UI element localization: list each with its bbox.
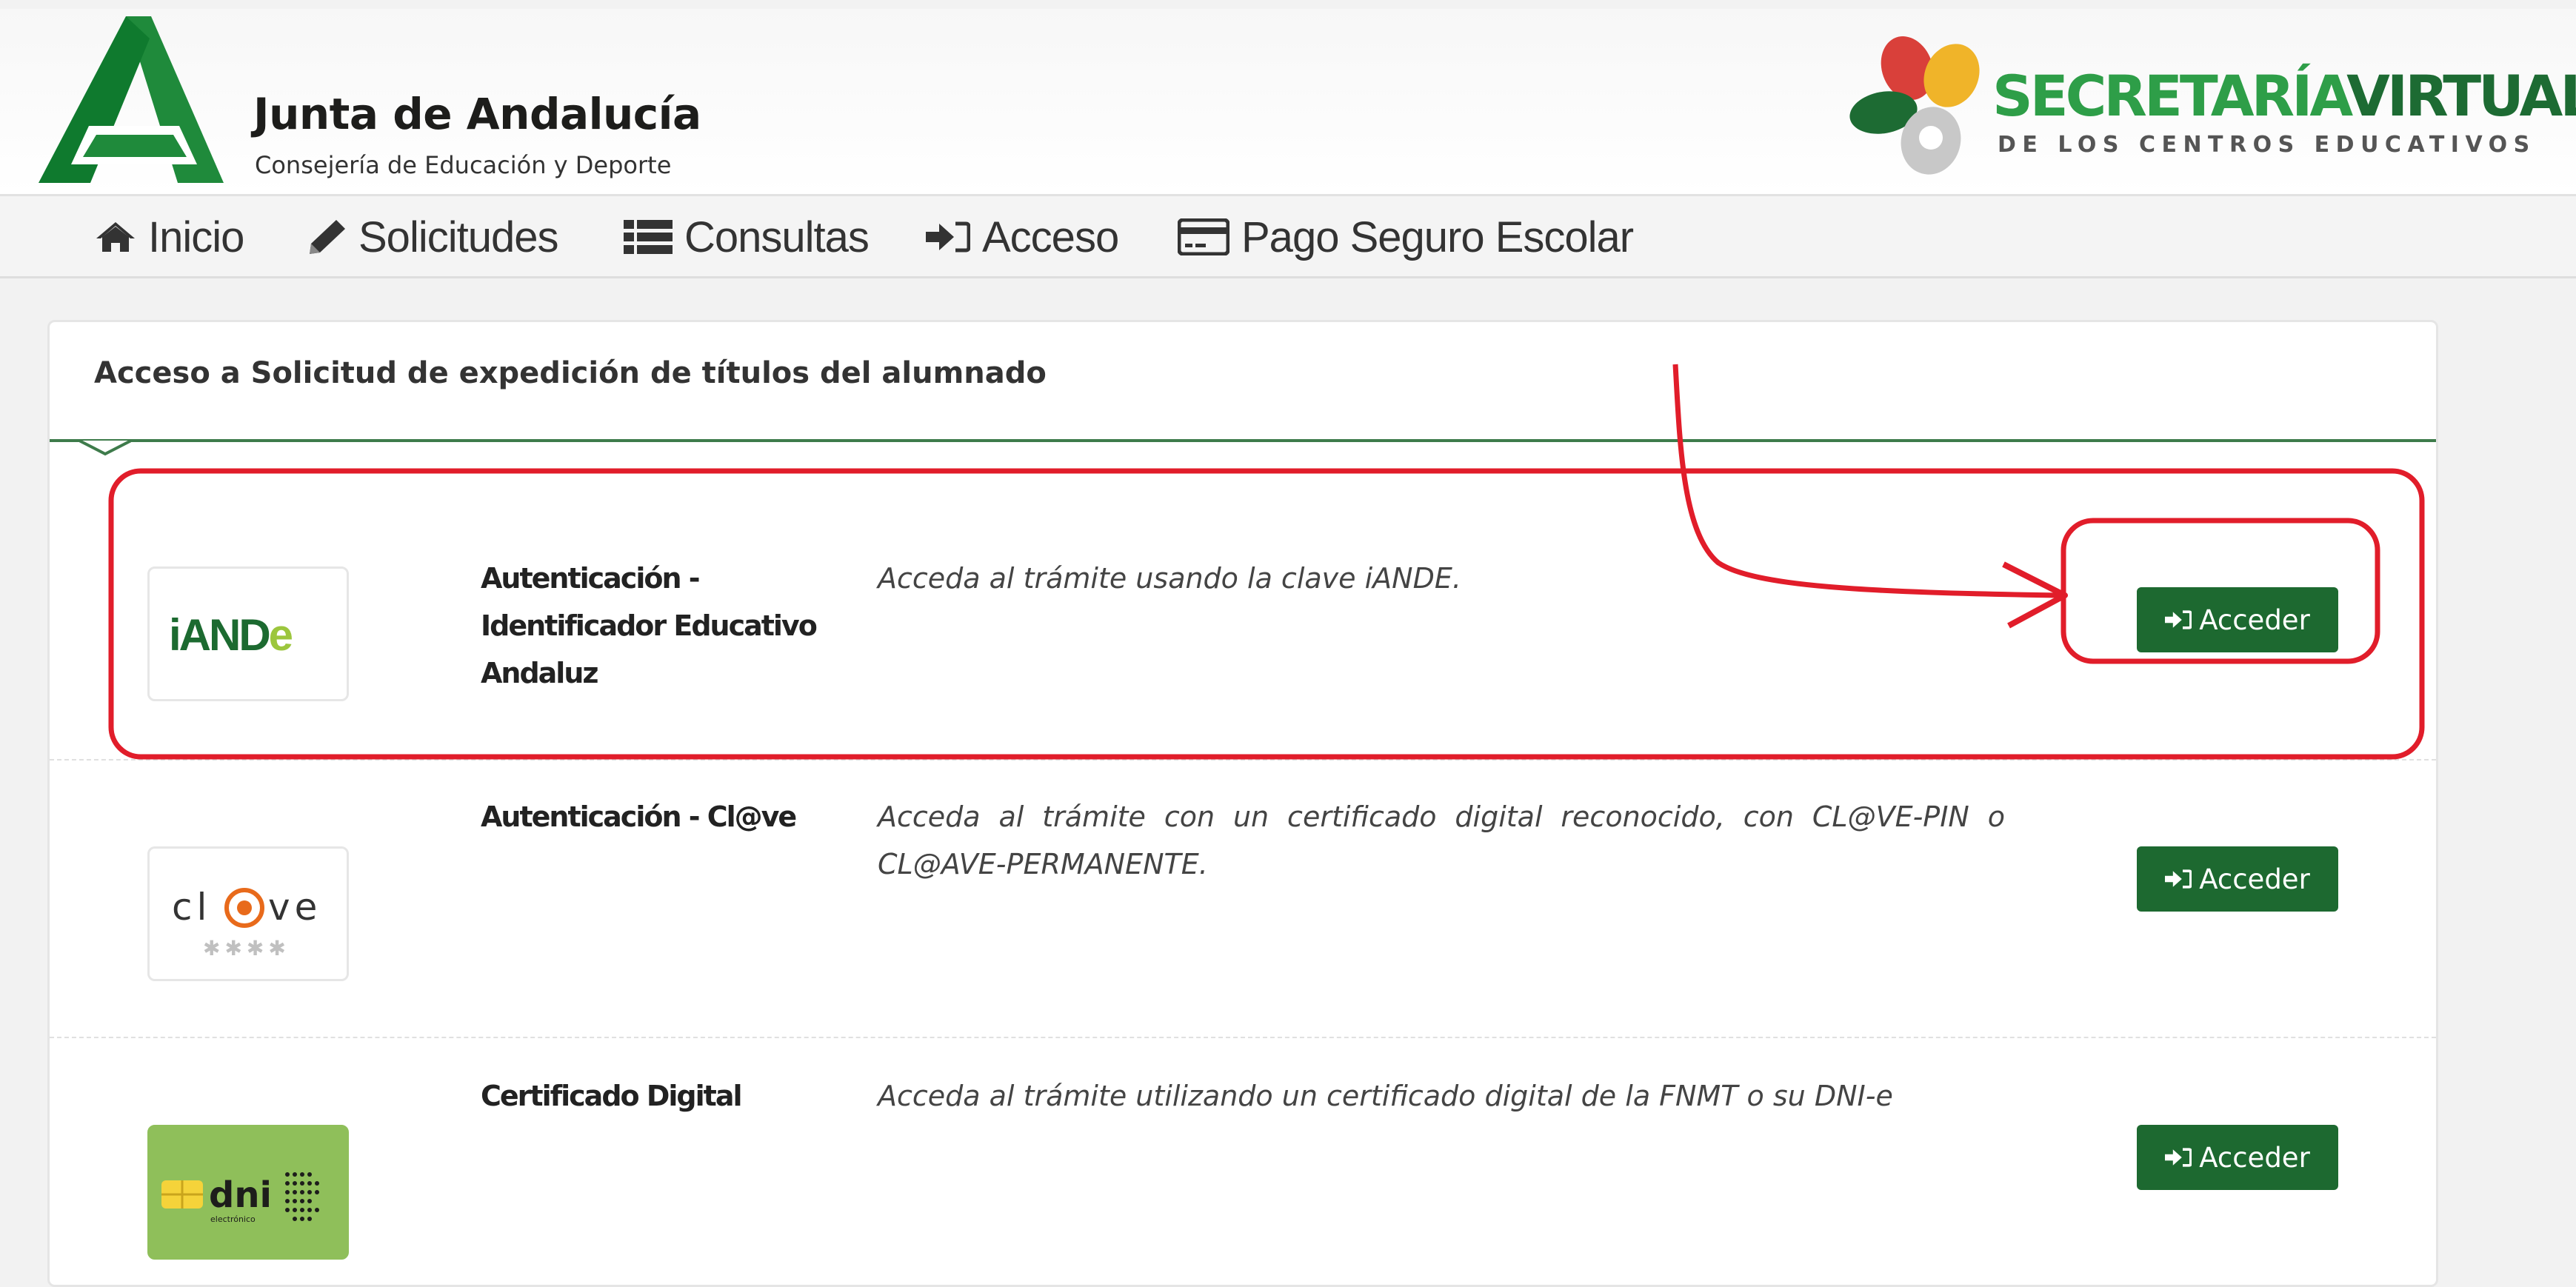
sign-in-icon bbox=[2165, 1148, 2192, 1167]
iande-logo: iANDe bbox=[147, 566, 349, 701]
acceder-button-certificado[interactable]: Acceder bbox=[2137, 1125, 2338, 1190]
auth-option-certificado: dni electrónico Certificado Digital Acce… bbox=[50, 1038, 2436, 1283]
brand-title: SECRETARÍAVIRTUAL bbox=[1992, 68, 2576, 124]
dnie-logo: dni electrónico bbox=[147, 1125, 349, 1260]
acceder-button-label: Acceder bbox=[2199, 863, 2310, 895]
acceder-button-label: Acceder bbox=[2199, 604, 2310, 636]
access-panel: Acceso a Solicitud de expedición de títu… bbox=[47, 320, 2438, 1287]
nav-item-label: Pago Seguro Escolar bbox=[1241, 213, 1634, 261]
site-header: Junta de Andalucía Consejería de Educaci… bbox=[0, 9, 2576, 196]
clave-logo-stars: ✱✱✱✱ bbox=[203, 936, 290, 960]
list-icon bbox=[624, 220, 673, 254]
iande-logo-icon: iANDe bbox=[169, 610, 295, 660]
nav-item-label: Inicio bbox=[148, 213, 244, 261]
nav-item-inicio[interactable]: Inicio bbox=[95, 211, 244, 263]
nav-item-label: Consultas bbox=[684, 213, 870, 261]
acceder-button-clave[interactable]: Acceder bbox=[2137, 846, 2338, 912]
org-name: Junta de Andalucía bbox=[253, 89, 701, 139]
sign-in-icon bbox=[2165, 610, 2192, 629]
org-subtitle: Consejería de Educación y Deporte bbox=[255, 151, 672, 179]
panel-notch-icon bbox=[79, 439, 131, 456]
brand-title-part1: SECRETARÍA bbox=[1992, 63, 2349, 129]
brand-subtitle: DE LOS CENTROS EDUCATIVOS bbox=[1998, 132, 2536, 158]
nav-item-label: Solicitudes bbox=[358, 213, 558, 261]
nav-item-acceso[interactable]: Acceso bbox=[926, 211, 1119, 263]
panel-title: Acceso a Solicitud de expedición de títu… bbox=[94, 356, 1047, 390]
auth-option-description: Acceda al trámite usando la clave iANDE. bbox=[878, 562, 1461, 595]
nav-item-pago-seguro-escolar[interactable]: Pago Seguro Escolar bbox=[1178, 211, 1634, 263]
auth-option-name: Certificado Digital bbox=[481, 1080, 742, 1112]
secretaria-virtual-logo-icon[interactable] bbox=[1848, 30, 2003, 178]
sign-in-icon bbox=[2165, 869, 2192, 889]
main-nav: Inicio Solicitudes Consultas Acceso Pago… bbox=[0, 196, 2576, 278]
auth-option-name: Autenticación - Identificador Educativo … bbox=[481, 562, 818, 689]
auth-option-description: Acceda al trámite utilizando un certific… bbox=[878, 1080, 1893, 1112]
nav-item-consultas[interactable]: Consultas bbox=[624, 211, 870, 263]
clave-logo-text-left: cl bbox=[172, 886, 211, 929]
svg-text:iANDe: iANDe bbox=[169, 610, 293, 660]
dnie-logo-subtext: electrónico bbox=[210, 1214, 256, 1224]
junta-andalucia-logo-icon[interactable] bbox=[39, 16, 224, 183]
dnie-logo-text: dni bbox=[209, 1174, 272, 1216]
clave-logo-icon: cl ve ✱✱✱✱ bbox=[172, 886, 321, 960]
auth-option-description: Acceda al trámite con un certificado dig… bbox=[878, 800, 2005, 880]
dnie-logo-icon: dni electrónico bbox=[161, 1172, 319, 1224]
sign-in-icon bbox=[926, 221, 970, 253]
acceder-button-label: Acceder bbox=[2199, 1141, 2310, 1174]
clave-logo-text-right: ve bbox=[268, 886, 321, 929]
auth-option-clave: cl ve ✱✱✱✱ Autenticación - Cl@ve Acceda … bbox=[50, 760, 2436, 1042]
clave-logo: cl ve ✱✱✱✱ bbox=[147, 846, 349, 981]
nav-item-label: Acceso bbox=[982, 213, 1119, 261]
panel-divider bbox=[50, 439, 2436, 442]
nav-item-solicitudes[interactable]: Solicitudes bbox=[307, 211, 558, 263]
pencil-icon bbox=[310, 220, 345, 254]
credit-card-icon bbox=[1178, 218, 1229, 255]
auth-option-name: Autenticación - Cl@ve bbox=[481, 800, 797, 833]
brand-title-part2: VIRTUAL bbox=[2346, 63, 2576, 129]
home-icon bbox=[96, 222, 135, 252]
auth-option-iande: iANDe Autenticación - Identificador Educ… bbox=[50, 492, 2436, 744]
acceder-button-iande[interactable]: Acceder bbox=[2137, 587, 2338, 652]
